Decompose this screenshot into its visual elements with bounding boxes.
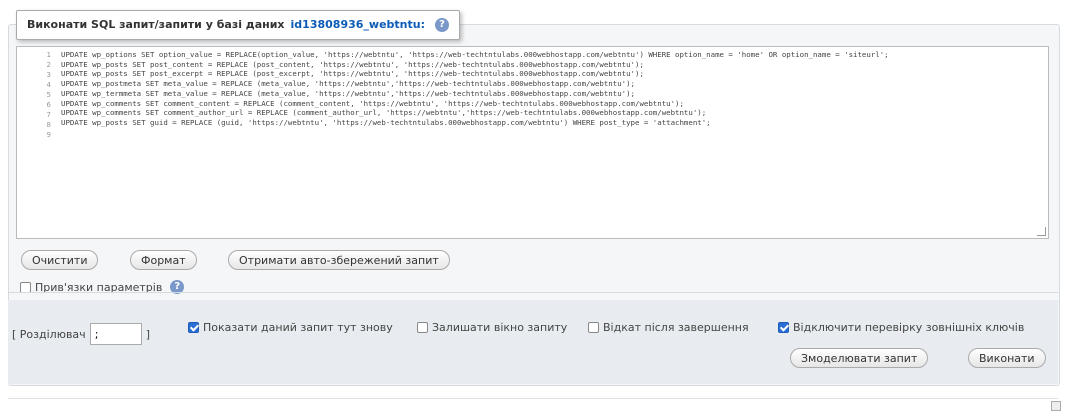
- simulate-query-button[interactable]: Змоделювати запит: [790, 348, 929, 368]
- legend-database-name: id13808936_webtntu:: [290, 18, 425, 31]
- show-query-again-option[interactable]: Показати даний запит тут знову: [188, 321, 393, 334]
- disable-fk-checks-checkbox[interactable]: [778, 322, 789, 333]
- rollback-label: Відкат після завершення: [603, 321, 749, 334]
- disable-fk-checks-label: Відключити перевірку зовнішніх ключів: [793, 321, 1025, 334]
- disable-fk-checks-option[interactable]: Відключити перевірку зовнішніх ключів: [778, 321, 1024, 334]
- delimiter-input[interactable]: [89, 323, 142, 345]
- resize-corner-icon: [1051, 401, 1061, 411]
- clear-button[interactable]: Очистити: [21, 250, 99, 270]
- divider: [8, 292, 1058, 293]
- format-button[interactable]: Формат: [130, 250, 197, 270]
- bottom-divider: [8, 398, 1058, 399]
- line-number: 9: [46, 130, 51, 139]
- code-line: UPDATE wp_posts SET post_excerpt = REPLA…: [61, 69, 644, 79]
- rollback-option[interactable]: Відкат після завершення: [588, 321, 749, 334]
- delimiter-label: [ Розділювач: [12, 327, 86, 341]
- line-number-gutter: 123456789: [17, 50, 55, 140]
- retain-query-box-label: Залишати вікно запиту: [432, 321, 568, 334]
- code-line: UPDATE wp_posts SET post_content = REPLA…: [61, 59, 644, 69]
- query-options-bar: [8, 300, 1058, 384]
- rollback-checkbox[interactable]: [588, 322, 599, 333]
- show-query-again-label: Показати даний запит тут знову: [203, 321, 393, 334]
- help-icon[interactable]: ?: [434, 18, 449, 32]
- resize-grip-icon[interactable]: [1037, 227, 1046, 236]
- code-line: UPDATE wp_comments SET comment_content =…: [61, 98, 684, 108]
- code-line: UPDATE wp_posts SET guid = REPLACE (guid…: [61, 117, 711, 127]
- line-number: 8: [46, 120, 51, 129]
- code-line: UPDATE wp_options SET option_value = REP…: [61, 50, 889, 59]
- code-line: UPDATE wp_postmeta SET meta_value = REPL…: [61, 79, 635, 89]
- delimiter-close-bracket: ]: [145, 327, 150, 341]
- retain-query-box-option[interactable]: Залишати вікно запиту: [417, 321, 567, 334]
- legend-prefix: Виконати SQL запит/запити у базі даних: [27, 18, 285, 31]
- line-number: 5: [46, 90, 51, 99]
- line-number: 1: [46, 50, 51, 59]
- code-line: UPDATE wp_comments SET comment_author_ur…: [61, 108, 707, 118]
- bind-parameters-checkbox[interactable]: [20, 281, 31, 293]
- delimiter-group: [ Розділювач ]: [12, 323, 150, 345]
- line-number: 4: [46, 80, 51, 89]
- sql-query-editor[interactable]: 123456789 UPDATE wp_options SET option_v…: [16, 46, 1049, 239]
- line-number: 3: [46, 70, 51, 79]
- retain-query-box-checkbox[interactable]: [417, 322, 428, 333]
- show-query-again-checkbox[interactable]: [188, 322, 199, 333]
- line-number: 7: [46, 110, 51, 119]
- get-autosaved-query-button[interactable]: Отримати авто-збережений запит: [228, 250, 450, 270]
- sql-code-area[interactable]: UPDATE wp_options SET option_value = REP…: [61, 50, 1038, 137]
- sql-panel-legend: Виконати SQL запит/запити у базі даних i…: [16, 10, 460, 40]
- line-number: 6: [46, 100, 51, 109]
- execute-button[interactable]: Виконати: [968, 348, 1046, 368]
- line-number: 2: [46, 60, 51, 69]
- code-line: UPDATE wp_termmeta SET meta_value = REPL…: [61, 88, 635, 98]
